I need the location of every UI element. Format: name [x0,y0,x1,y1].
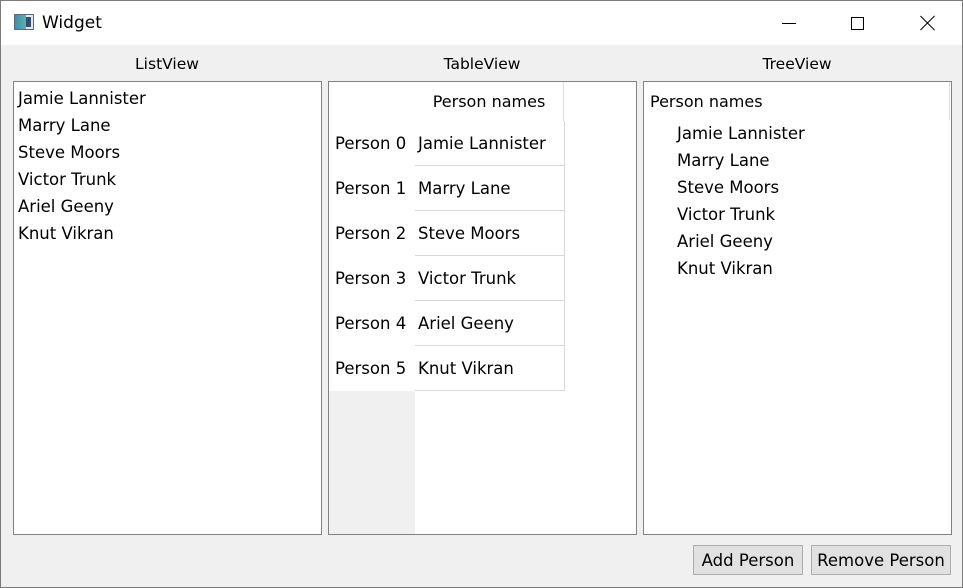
list-item[interactable]: Knut Vikran [18,224,114,243]
tree-item[interactable]: Marry Lane [677,151,770,170]
row-header[interactable]: Person 3 [329,256,415,301]
tree-item[interactable]: Victor Trunk [677,205,775,224]
table-cell[interactable]: Ariel Geeny [415,301,565,346]
tree-item[interactable]: Ariel Geeny [677,232,773,251]
close-button[interactable] [893,1,963,45]
minimize-icon [782,22,796,24]
row-header[interactable]: Person 1 [329,166,415,211]
table-cell[interactable]: Victor Trunk [415,256,565,301]
maximize-button[interactable] [822,1,892,45]
row-header[interactable]: Person 2 [329,211,415,256]
tree-column-header[interactable]: Person names [644,82,950,120]
main-window: Widget ListView TableView TreeView Jamie… [0,0,963,588]
tree-item[interactable]: Steve Moors [677,178,779,197]
table-cell[interactable]: Steve Moors [415,211,565,256]
add-person-button[interactable]: Add Person [693,545,803,575]
row-header[interactable]: Person 0 [329,121,415,166]
corner-button[interactable] [329,82,415,121]
list-item[interactable]: Ariel Geeny [18,197,114,216]
table-cell[interactable]: Knut Vikran [415,346,565,391]
list-view[interactable]: Jamie Lannister Marry Lane Steve Moors V… [13,81,322,535]
app-icon [14,14,34,30]
tree-view-label: TreeView [762,55,832,73]
list-item[interactable]: Marry Lane [18,116,111,135]
tree-item[interactable]: Jamie Lannister [677,124,805,143]
list-item[interactable]: Jamie Lannister [18,89,146,108]
row-header[interactable]: Person 4 [329,301,415,346]
row-header[interactable]: Person 5 [329,346,415,391]
table-cell[interactable]: Marry Lane [415,166,565,211]
tree-view[interactable]: Person names Jamie Lannister Marry Lane … [643,81,952,535]
table-view-label: TableView [443,55,521,73]
title-bar[interactable]: Widget [1,1,962,45]
list-view-label: ListView [135,55,199,73]
close-icon [920,15,936,31]
list-item[interactable]: Steve Moors [18,143,120,162]
column-header[interactable]: Person names [415,82,564,121]
maximize-icon [850,16,864,30]
minimize-button[interactable] [754,1,824,45]
tree-item[interactable]: Knut Vikran [677,259,773,278]
window-title: Widget [42,13,102,33]
list-item[interactable]: Victor Trunk [18,170,116,189]
table-view[interactable]: Person names Person 0 Person 1 Person 2 … [328,81,637,535]
table-cell[interactable]: Jamie Lannister [415,121,565,166]
remove-person-button[interactable]: Remove Person [811,545,951,575]
